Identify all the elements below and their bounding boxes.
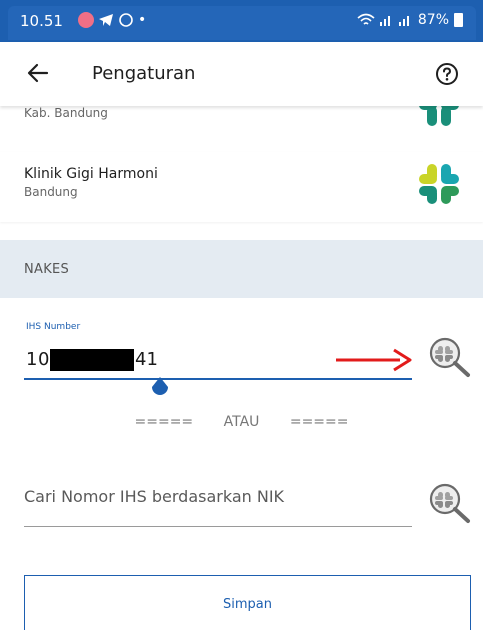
clinic-list-item[interactable]: Kab. Bandung: [0, 100, 483, 152]
notification-icons: •: [78, 12, 146, 28]
save-button[interactable]: Simpan: [24, 575, 471, 630]
wifi-icon: [357, 13, 375, 25]
app-notification-icon: [78, 12, 94, 28]
search-nik-icon[interactable]: [426, 482, 472, 524]
status-dot: •: [138, 12, 147, 28]
arrow-left-icon[interactable]: [26, 61, 50, 85]
clinic-name: Klinik Gigi Harmoni: [24, 166, 158, 182]
red-arrow-annotation: [336, 348, 412, 372]
clinic-list-item[interactable]: Klinik Gigi Harmoni Bandung: [0, 152, 483, 222]
separator-right: =====: [289, 414, 349, 430]
nik-search-underline: [24, 526, 412, 527]
whatsapp-icon: [119, 13, 133, 27]
ihs-number-label: IHS Number: [26, 322, 81, 332]
battery-icon: [454, 13, 463, 27]
section-title: NAKES: [24, 262, 70, 277]
clinic-city: Kab. Bandung: [24, 106, 108, 120]
or-separator: ===== ATAU =====: [0, 414, 483, 430]
section-header: NAKES: [0, 240, 483, 298]
separator-left: =====: [134, 414, 194, 430]
page-title: Pengaturan: [92, 63, 196, 84]
telegram-icon: [99, 14, 113, 26]
redaction-bar: [50, 349, 134, 371]
battery-level: 87%: [417, 12, 449, 28]
text-cursor-handle[interactable]: [149, 375, 171, 399]
satusehat-logo-icon: [419, 164, 459, 204]
app-bar: Pengaturan: [0, 42, 483, 106]
ihs-number-underline: [24, 378, 412, 380]
status-time: 10.51: [20, 12, 63, 30]
signal-icon: [379, 16, 390, 26]
clinic-city: Bandung: [24, 185, 78, 199]
system-icons: 87%: [357, 12, 463, 28]
search-ihs-icon[interactable]: [426, 336, 472, 378]
nik-search-input[interactable]: [24, 482, 412, 510]
ihs-number-suffix[interactable]: 41: [135, 349, 158, 370]
ihs-number-prefix[interactable]: 10: [26, 349, 50, 370]
separator-text: ATAU: [223, 414, 260, 430]
help-circle-icon[interactable]: [435, 62, 459, 86]
signal-icon-2: [398, 16, 409, 26]
